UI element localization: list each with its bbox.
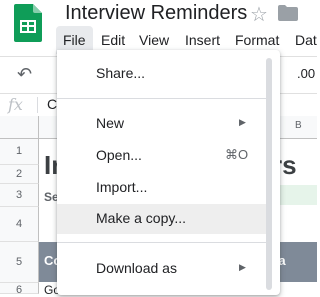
- menu-item-label: Share...: [96, 65, 146, 81]
- menu-item-import[interactable]: Import...: [57, 173, 266, 203]
- file-menu-dropdown: Share... New ▶ Open... ⌘O Import... Make…: [57, 50, 280, 295]
- menu-item-make-a-copy[interactable]: Make a copy...: [57, 204, 266, 234]
- menu-scrollbar[interactable]: [266, 58, 272, 290]
- menu-separator: [57, 98, 266, 99]
- menu-item-shortcut: ⌘O: [225, 147, 249, 162]
- formula-input[interactable]: C: [47, 96, 57, 112]
- row-header-4[interactable]: 4: [0, 207, 39, 242]
- increase-decimals-button[interactable]: .00: [297, 66, 315, 81]
- formula-separator: [37, 97, 38, 113]
- undo-icon[interactable]: ↶: [17, 64, 32, 85]
- document-title[interactable]: Interview Reminders: [65, 2, 247, 25]
- menu-item-share[interactable]: Share...: [57, 59, 266, 89]
- menu-item-download-as[interactable]: Download as ▶: [57, 254, 266, 284]
- submenu-arrow-icon: ▶: [239, 117, 246, 127]
- row-header-3[interactable]: 3: [0, 184, 39, 207]
- menu-item-label: Import...: [96, 179, 148, 195]
- menu-separator: [57, 242, 266, 243]
- menu-view[interactable]: View: [139, 30, 169, 50]
- menu-item-label: New: [96, 115, 125, 131]
- menu-insert[interactable]: Insert: [185, 30, 220, 50]
- row-header-1[interactable]: 1: [0, 139, 39, 165]
- folder-icon[interactable]: [278, 5, 298, 21]
- menu-item-new[interactable]: New ▶: [57, 109, 266, 139]
- sheets-logo: [14, 4, 42, 42]
- submenu-arrow-icon: ▶: [239, 262, 246, 272]
- menu-data[interactable]: Dat: [295, 30, 317, 50]
- menu-item-label: Open...: [96, 147, 142, 163]
- select-all-corner[interactable]: [0, 116, 39, 139]
- row-header-6[interactable]: 6: [0, 283, 39, 296]
- menu-item-open[interactable]: Open... ⌘O: [57, 141, 266, 171]
- column-header-b[interactable]: B: [295, 120, 302, 131]
- menu-item-label: Make a copy...: [96, 210, 187, 226]
- menu-format[interactable]: Format: [235, 30, 279, 50]
- fx-icon: fx: [8, 95, 23, 114]
- star-icon[interactable]: ☆: [250, 2, 268, 27]
- row-header-5[interactable]: 5: [0, 242, 39, 283]
- menu-edit[interactable]: Edit: [101, 30, 125, 50]
- row-header-2[interactable]: 2: [0, 165, 39, 184]
- menu-item-label: Download as: [96, 260, 177, 276]
